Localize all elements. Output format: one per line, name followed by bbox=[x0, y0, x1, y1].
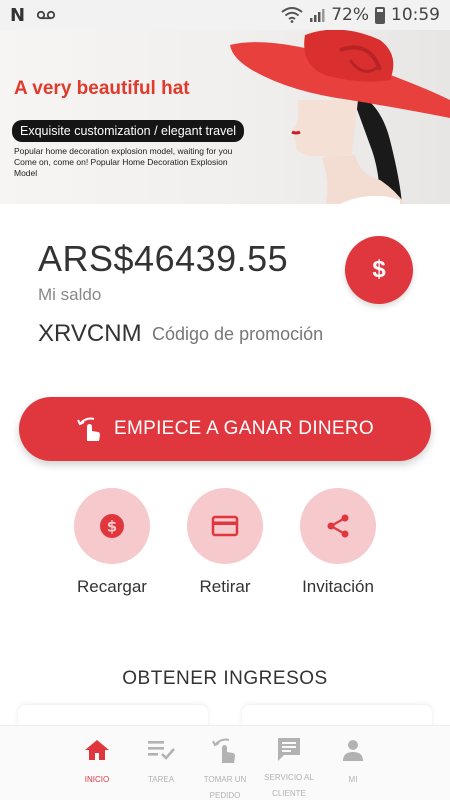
withdraw-action[interactable]: Retirar bbox=[170, 488, 280, 597]
banner-desc-line: Popular home decoration explosion model,… bbox=[14, 146, 233, 156]
chat-icon bbox=[278, 738, 300, 761]
banner-tagline: Exquisite customization / elegant travel bbox=[12, 120, 245, 142]
nav-item-tomar-pedido[interactable]: TOMAR UN PEDIDO bbox=[199, 736, 251, 800]
wifi-icon bbox=[281, 7, 303, 23]
banner-description: Popular home decoration explosion model,… bbox=[14, 146, 244, 179]
task-list-icon bbox=[148, 741, 175, 760]
clock: 10:59 bbox=[391, 5, 440, 25]
withdraw-label: Retirar bbox=[199, 577, 251, 596]
recharge-action[interactable]: $ Recargar bbox=[57, 488, 167, 597]
balance-amount: ARS$46439.55 bbox=[38, 238, 289, 279]
invite-button[interactable] bbox=[300, 488, 376, 564]
person-icon bbox=[343, 740, 363, 761]
nav-item-tarea[interactable]: TAREA bbox=[135, 736, 187, 800]
red-hat-model-image bbox=[230, 30, 450, 204]
invite-label: Invitación bbox=[302, 577, 374, 596]
withdraw-button[interactable] bbox=[187, 488, 263, 564]
bottom-navigation: INICIO TAREA TOMAR UN PEDIDO SERVICIO AL… bbox=[0, 725, 450, 800]
nav-item-inicio[interactable]: INICIO bbox=[71, 736, 123, 800]
nav-label: MI bbox=[348, 775, 358, 784]
dollar-coin-icon: $ bbox=[100, 514, 124, 538]
battery-percent: 72% bbox=[331, 5, 369, 25]
tap-hand-icon bbox=[77, 417, 100, 441]
dollar-icon: $ bbox=[372, 256, 386, 283]
nav-label: INICIO bbox=[84, 775, 110, 784]
netflix-notification-icon: N bbox=[10, 4, 26, 26]
nav-item-mi[interactable]: MI bbox=[327, 736, 379, 800]
banner-desc-line: Come on, come on! Popular Home Decoratio… bbox=[14, 157, 228, 178]
home-icon bbox=[85, 740, 109, 760]
nav-label: TAREA bbox=[147, 775, 175, 784]
promo-code-label: Código de promoción bbox=[152, 324, 324, 344]
recharge-label: Recargar bbox=[77, 577, 147, 596]
nav-item-servicio-cliente[interactable]: SERVICIO AL CLIENTE bbox=[263, 736, 315, 800]
svg-text:$: $ bbox=[107, 518, 117, 536]
status-bar: N 72% 10:59 bbox=[0, 0, 450, 30]
section-title: OBTENER INGRESOS bbox=[122, 668, 328, 689]
card-icon bbox=[211, 515, 239, 537]
battery-icon bbox=[375, 6, 385, 24]
nav-label: TOMAR UN PEDIDO bbox=[203, 775, 247, 800]
promo-banner[interactable]: A very beautiful hat Exquisite customiza… bbox=[0, 30, 450, 204]
signal-icon bbox=[310, 9, 325, 22]
share-icon bbox=[327, 514, 349, 538]
voicemail-icon bbox=[37, 10, 56, 20]
recharge-button[interactable]: $ bbox=[74, 488, 150, 564]
promo-code: XRVCNM bbox=[38, 320, 142, 347]
banner-title: A very beautiful hat bbox=[14, 78, 190, 99]
nav-label: SERVICIO AL CLIENTE bbox=[264, 773, 314, 798]
invite-action[interactable]: Invitación bbox=[283, 488, 393, 597]
tap-hand-icon bbox=[212, 738, 235, 763]
start-earning-button[interactable]: EMPIECE A GANAR DINERO bbox=[19, 397, 431, 461]
balance-dollar-button[interactable]: $ bbox=[345, 236, 413, 304]
start-earning-label: EMPIECE A GANAR DINERO bbox=[114, 418, 374, 439]
balance-label: Mi saldo bbox=[38, 285, 102, 304]
